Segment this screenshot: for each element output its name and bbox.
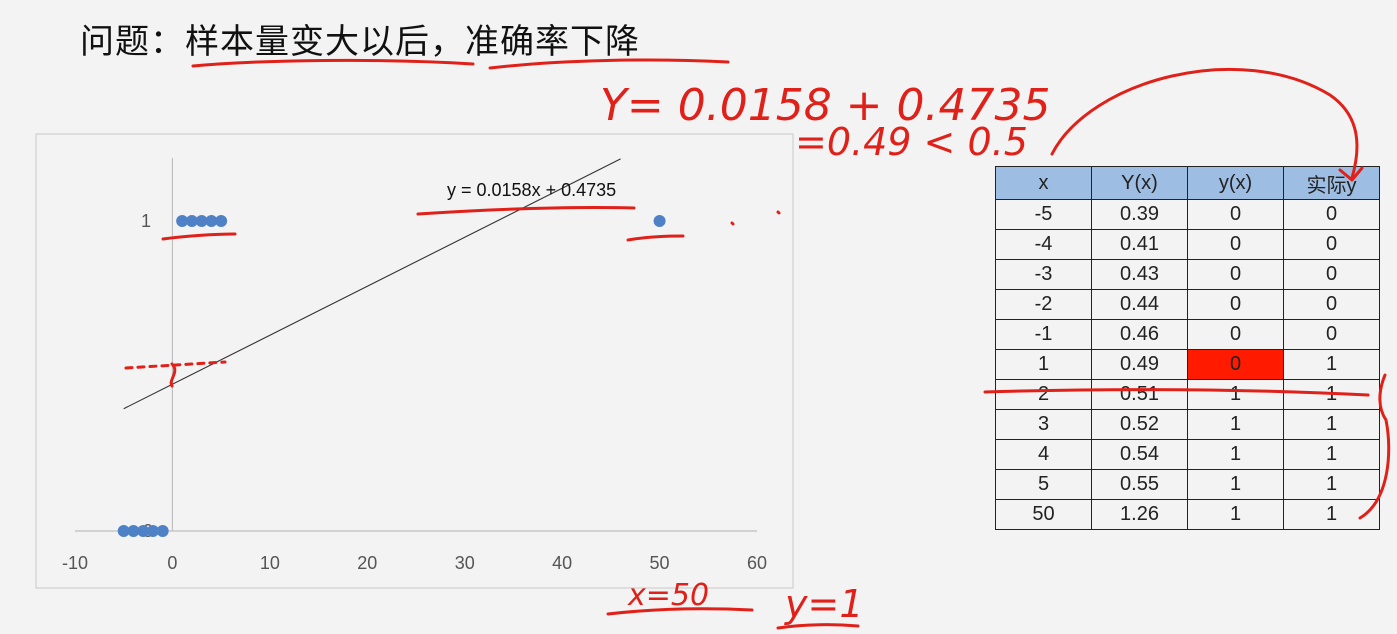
x-tick-label: 10	[260, 553, 280, 573]
table-cell: 0	[1187, 289, 1284, 320]
x-tick-label: 50	[650, 553, 670, 573]
table-cell: 0.41	[1091, 229, 1188, 260]
table-header-row: x Y(x) y(x) 实际y	[995, 166, 1380, 200]
table-cell: 0	[1187, 349, 1284, 380]
table-cell: 0.49	[1091, 349, 1188, 380]
table-row: -4 0.41 0 0	[995, 229, 1380, 260]
table-cell: 0.54	[1091, 439, 1188, 470]
table-cell: 1	[1187, 379, 1284, 410]
data-point	[156, 525, 169, 537]
table-cell: 50	[995, 499, 1092, 530]
table-cell: 0	[1187, 229, 1284, 260]
table-cell: 0.52	[1091, 409, 1188, 440]
table-header-cell: 实际y	[1283, 166, 1380, 200]
table-cell: 0.43	[1091, 259, 1188, 290]
table-row: 5 0.55 1 1	[995, 469, 1380, 500]
x-tick-label: 0	[167, 553, 177, 573]
table-cell: -1	[995, 319, 1092, 350]
table-row: 4 0.54 1 1	[995, 439, 1380, 470]
table-cell: 0.46	[1091, 319, 1188, 350]
table-cell: 1	[1187, 469, 1284, 500]
table-row: -5 0.39 0 0	[995, 199, 1380, 230]
trendline-equation-label: y = 0.0158x + 0.4735	[447, 180, 616, 200]
x-tick-label: 40	[552, 553, 572, 573]
table-row: 50 1.26 1 1	[995, 499, 1380, 530]
table-cell: 1	[995, 349, 1092, 380]
table-cell: 0	[1187, 199, 1284, 230]
table-cell: 1	[1283, 439, 1380, 470]
table-cell: -4	[995, 229, 1092, 260]
x-tick-label: 20	[357, 553, 377, 573]
table-cell: 0.44	[1091, 289, 1188, 320]
table-cell: 0.39	[1091, 199, 1188, 230]
table-cell: 2	[995, 379, 1092, 410]
table-cell: 1	[1283, 499, 1380, 530]
table-cell: -5	[995, 199, 1092, 230]
table-cell: -2	[995, 289, 1092, 320]
table-cell: 0	[1187, 319, 1284, 350]
table-cell: 0	[1283, 259, 1380, 290]
table-cell: 1	[1283, 349, 1380, 380]
table-header-cell: y(x)	[1187, 166, 1284, 200]
table-cell: 4	[995, 439, 1092, 470]
x-tick-label: 30	[455, 553, 475, 573]
table-cell: -3	[995, 259, 1092, 290]
y-tick-label: 1	[141, 211, 151, 231]
table-row: 2 0.51 1 1	[995, 379, 1380, 410]
table-cell: 1	[1187, 409, 1284, 440]
table-cell: 0.51	[1091, 379, 1188, 410]
table-cell: 1.26	[1091, 499, 1188, 530]
chart-frame	[35, 133, 794, 589]
table-cell: 0.55	[1091, 469, 1188, 500]
table-cell: 3	[995, 409, 1092, 440]
table-row: 1 0.49 0 1	[995, 349, 1380, 380]
table-cell: 1	[1283, 409, 1380, 440]
x-tick-label: -10	[62, 553, 88, 573]
table-cell: 1	[1283, 469, 1380, 500]
table-cell: 5	[995, 469, 1092, 500]
data-table: x Y(x) y(x) 实际y -5 0.39 0 0 -4 0.41 0 0 -3 0.43 0 0 -2 0…	[995, 166, 1380, 530]
x-tick-label: 60	[747, 553, 767, 573]
table-row: 3 0.52 1 1	[995, 409, 1380, 440]
table-cell: 0	[1187, 259, 1284, 290]
table-cell: 0	[1283, 289, 1380, 320]
data-point	[653, 215, 666, 227]
table-row: -1 0.46 0 0	[995, 319, 1380, 350]
table-row: -2 0.44 0 0	[995, 289, 1380, 320]
table-cell: 0	[1283, 229, 1380, 260]
data-point	[215, 215, 228, 227]
table-cell: 1	[1187, 499, 1284, 530]
table-cell: 0	[1283, 199, 1380, 230]
table-header-cell: Y(x)	[1091, 166, 1188, 200]
table-cell: 0	[1283, 319, 1380, 350]
table-cell: 1	[1187, 439, 1284, 470]
table-header-cell: x	[995, 166, 1092, 200]
table-row: -3 0.43 0 0	[995, 259, 1380, 290]
table-cell: 1	[1283, 379, 1380, 410]
